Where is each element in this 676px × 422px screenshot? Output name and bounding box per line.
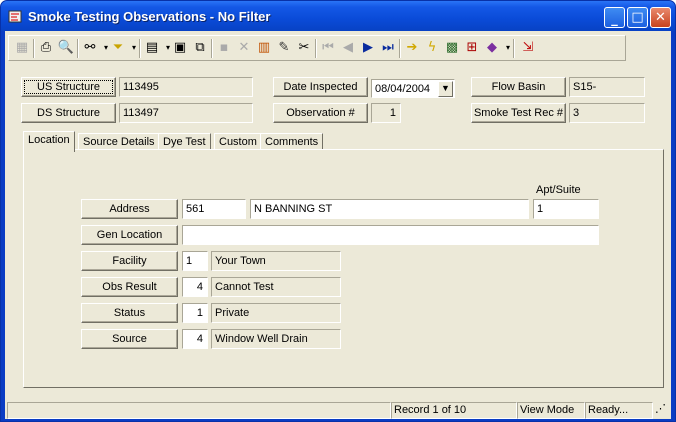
grid-icon[interactable]: ▦	[13, 39, 31, 57]
delete-icon[interactable]: ✕	[235, 39, 253, 57]
window-title: Smoke Testing Observations - No Filter	[28, 9, 271, 24]
smoke-test-rec-field[interactable]: 3	[569, 103, 645, 123]
toolbar-separator	[33, 39, 35, 58]
tree-icon[interactable]: ⊞	[463, 39, 481, 57]
toolbar-separator	[77, 39, 79, 58]
ds-structure-button[interactable]: DS Structure	[21, 103, 116, 123]
save-icon[interactable]: ▪	[215, 39, 233, 57]
toolbar: ▦ ⎙ 🔍 ⚯ ▾ ⏷ ▾ ▤ ▾ ▣ ⧉ ▪ ✕ ▥ ✎ ✂ ⏮ ◀ ▶ ⏭	[8, 35, 626, 61]
date-inspected-value: 08/04/2004	[375, 83, 431, 95]
edit-pencil-icon[interactable]: ✎	[275, 39, 293, 57]
apt-suite-field[interactable]: 1	[533, 199, 599, 219]
smoke-test-rec-button[interactable]: Smoke Test Rec #	[471, 103, 566, 123]
print-icon[interactable]: ⎙	[37, 39, 55, 57]
gen-location-field[interactable]	[182, 225, 599, 245]
observation-number-button[interactable]: Observation #	[273, 103, 368, 123]
flow-basin-button[interactable]: Flow Basin	[471, 77, 566, 97]
obs-result-desc-field: Cannot Test	[211, 277, 341, 297]
flow-basin-field[interactable]: S15-	[569, 77, 645, 97]
toolbar-separator	[211, 39, 213, 58]
goto-icon[interactable]: ➔	[403, 39, 421, 57]
toolbar-separator	[399, 39, 401, 58]
resize-grip-icon[interactable]: ⋰	[653, 402, 669, 419]
copy-icon[interactable]: ⧉	[191, 39, 209, 57]
exit-icon[interactable]: ⇲	[519, 39, 537, 57]
address-number-field[interactable]: 561	[182, 199, 246, 219]
tab-location[interactable]: Location	[23, 131, 75, 152]
source-desc-field: Window Well Drain	[211, 329, 341, 349]
ds-structure-field[interactable]: 113497	[119, 103, 253, 123]
facility-button[interactable]: Facility	[81, 251, 178, 271]
gen-location-button[interactable]: Gen Location	[81, 225, 178, 245]
date-inspected-button[interactable]: Date Inspected	[273, 77, 368, 97]
minimize-button[interactable]: _	[604, 7, 625, 28]
obs-result-button[interactable]: Obs Result	[81, 277, 178, 297]
toolbar-separator	[513, 39, 515, 58]
status-message-cell	[7, 402, 391, 419]
address-button[interactable]: Address	[81, 199, 178, 219]
title-bar[interactable]: Smoke Testing Observations - No Filter _…	[1, 1, 675, 31]
close-button[interactable]: ✕	[650, 7, 671, 28]
maximize-icon: □	[631, 10, 644, 25]
books-icon[interactable]: ▥	[255, 39, 273, 57]
maximize-button[interactable]: □	[627, 7, 648, 28]
status-button[interactable]: Status	[81, 303, 178, 323]
last-record-icon[interactable]: ⏭	[379, 39, 397, 57]
source-button[interactable]: Source	[81, 329, 178, 349]
minimize-icon: _	[611, 12, 618, 27]
obs-result-code-field[interactable]: 4	[182, 277, 208, 297]
properties-icon[interactable]: ▣	[171, 39, 189, 57]
ready-status: Ready...	[585, 402, 653, 419]
cut-icon[interactable]: ✂	[295, 39, 313, 57]
lightning-icon[interactable]: ϟ	[423, 39, 441, 57]
toolbar-separator	[139, 39, 141, 58]
view-mode: View Mode	[517, 402, 585, 419]
form-client-area: ▦ ⎙ 🔍 ⚯ ▾ ⏷ ▾ ▤ ▾ ▣ ⧉ ▪ ✕ ▥ ✎ ✂ ⏮ ◀ ▶ ⏭	[5, 31, 671, 419]
status-bar: Record 1 of 10 View Mode Ready... ⋰	[7, 402, 669, 419]
toolbar-separator	[315, 39, 317, 58]
us-structure-button[interactable]: US Structure	[21, 77, 116, 97]
app-icon	[8, 10, 22, 23]
next-record-icon[interactable]: ▶	[359, 39, 377, 57]
status-code-field[interactable]: 1	[182, 303, 208, 323]
chevron-down-icon[interactable]: ▼	[438, 81, 453, 97]
close-icon: ✕	[655, 10, 666, 25]
source-code-field[interactable]: 4	[182, 329, 208, 349]
facility-code-field[interactable]: 1	[182, 251, 208, 271]
first-record-icon[interactable]: ⏮	[319, 39, 337, 57]
print-preview-icon[interactable]: 🔍	[57, 39, 75, 57]
facility-desc-field: Your Town	[211, 251, 341, 271]
previous-record-icon[interactable]: ◀	[339, 39, 357, 57]
observation-number-field[interactable]: 1	[371, 103, 401, 123]
app-window: Smoke Testing Observations - No Filter _…	[0, 0, 676, 422]
map-icon[interactable]: ▩	[443, 39, 461, 57]
record-count: Record 1 of 10	[391, 402, 517, 419]
apt-suite-label: Apt/Suite	[536, 184, 581, 196]
address-street-field[interactable]: N BANNING ST	[250, 199, 529, 219]
us-structure-field[interactable]: 113495	[119, 77, 253, 97]
status-desc-field: Private	[211, 303, 341, 323]
date-inspected-select[interactable]: 08/04/2004 ▼	[371, 79, 455, 98]
